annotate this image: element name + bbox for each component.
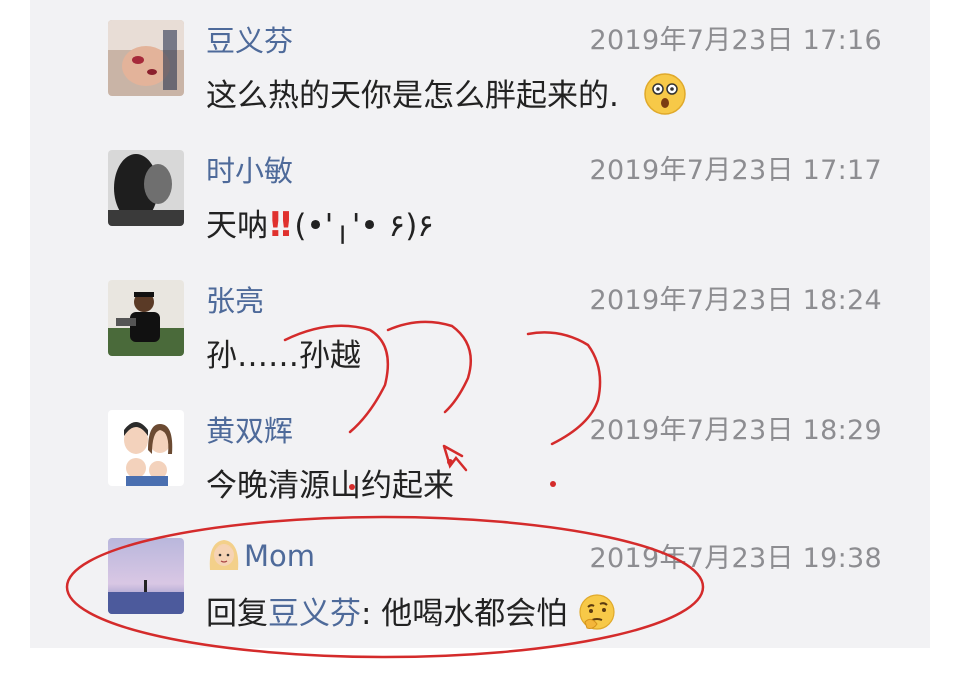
avatar[interactable] xyxy=(108,410,184,486)
comment-author[interactable]: 张亮 xyxy=(206,278,264,320)
thinking-face-emoji-icon xyxy=(577,592,617,640)
comment-timestamp: 2019年7月23日 18:29 xyxy=(589,415,882,446)
avatar[interactable] xyxy=(108,20,184,96)
comment-text: 回复豆义芬: 他喝水都会怕 xyxy=(206,588,617,640)
reply-mention-link[interactable]: 豆义芬 xyxy=(268,596,361,632)
comment-item: Mom 2019年7月23日 19:38 回复豆义芬: 他喝水都会怕 xyxy=(30,518,930,648)
comment-text: 天呐‼ (•'╷'• ۶)۶ xyxy=(206,200,434,245)
comment-body: : 他喝水都会怕 xyxy=(361,596,568,632)
comment-timestamp: 2019年7月23日 17:16 xyxy=(589,25,882,56)
comment-body: 天呐 xyxy=(206,208,268,244)
comment-item: 豆义芬 2019年7月23日 17:16 这么热的天你是怎么胖起来的. xyxy=(30,0,930,130)
comment-body: 这么热的天你是怎么胖起来的. xyxy=(206,78,619,114)
dizzy-face-emoji-icon xyxy=(643,72,687,124)
comment-text: 这么热的天你是怎么胖起来的. xyxy=(206,70,687,124)
blonde-woman-icon xyxy=(206,536,242,579)
comment-author[interactable]: 时小敏 xyxy=(206,148,293,190)
comment-author[interactable]: Mom xyxy=(206,536,315,579)
comment-item: 时小敏 2019年7月23日 17:17 天呐‼ (•'╷'• ۶)۶ xyxy=(30,130,930,260)
reply-prefix: 回复 xyxy=(206,596,268,632)
comment-timestamp: 2019年7月23日 18:24 xyxy=(589,285,882,316)
comment-text: 孙……孙越 xyxy=(206,338,361,374)
comment-item: 黄双辉 2019年7月23日 18:29 今晚清源山约起来 xyxy=(30,390,930,520)
comment-author[interactable]: 豆义芬 xyxy=(206,18,293,60)
comment-item: 张亮 2019年7月23日 18:24 孙……孙越 xyxy=(30,260,930,390)
comment-author[interactable]: 黄双辉 xyxy=(206,408,293,450)
avatar[interactable] xyxy=(108,280,184,356)
avatar[interactable] xyxy=(108,538,184,614)
kaomoji: (•'╷'• ۶)۶ xyxy=(294,208,434,244)
bottom-divider xyxy=(0,648,960,679)
comment-timestamp: 2019年7月23日 17:17 xyxy=(589,155,882,186)
comment-text: 今晚清源山约起来 xyxy=(206,468,454,504)
comment-list: 豆义芬 2019年7月23日 17:16 这么热的天你是怎么胖起来的. 时小敏 … xyxy=(30,0,930,648)
comment-timestamp: 2019年7月23日 19:38 xyxy=(589,543,882,574)
double-exclamation-emoji: ‼ xyxy=(270,205,291,245)
author-name-text: Mom xyxy=(244,539,316,573)
avatar[interactable] xyxy=(108,150,184,226)
